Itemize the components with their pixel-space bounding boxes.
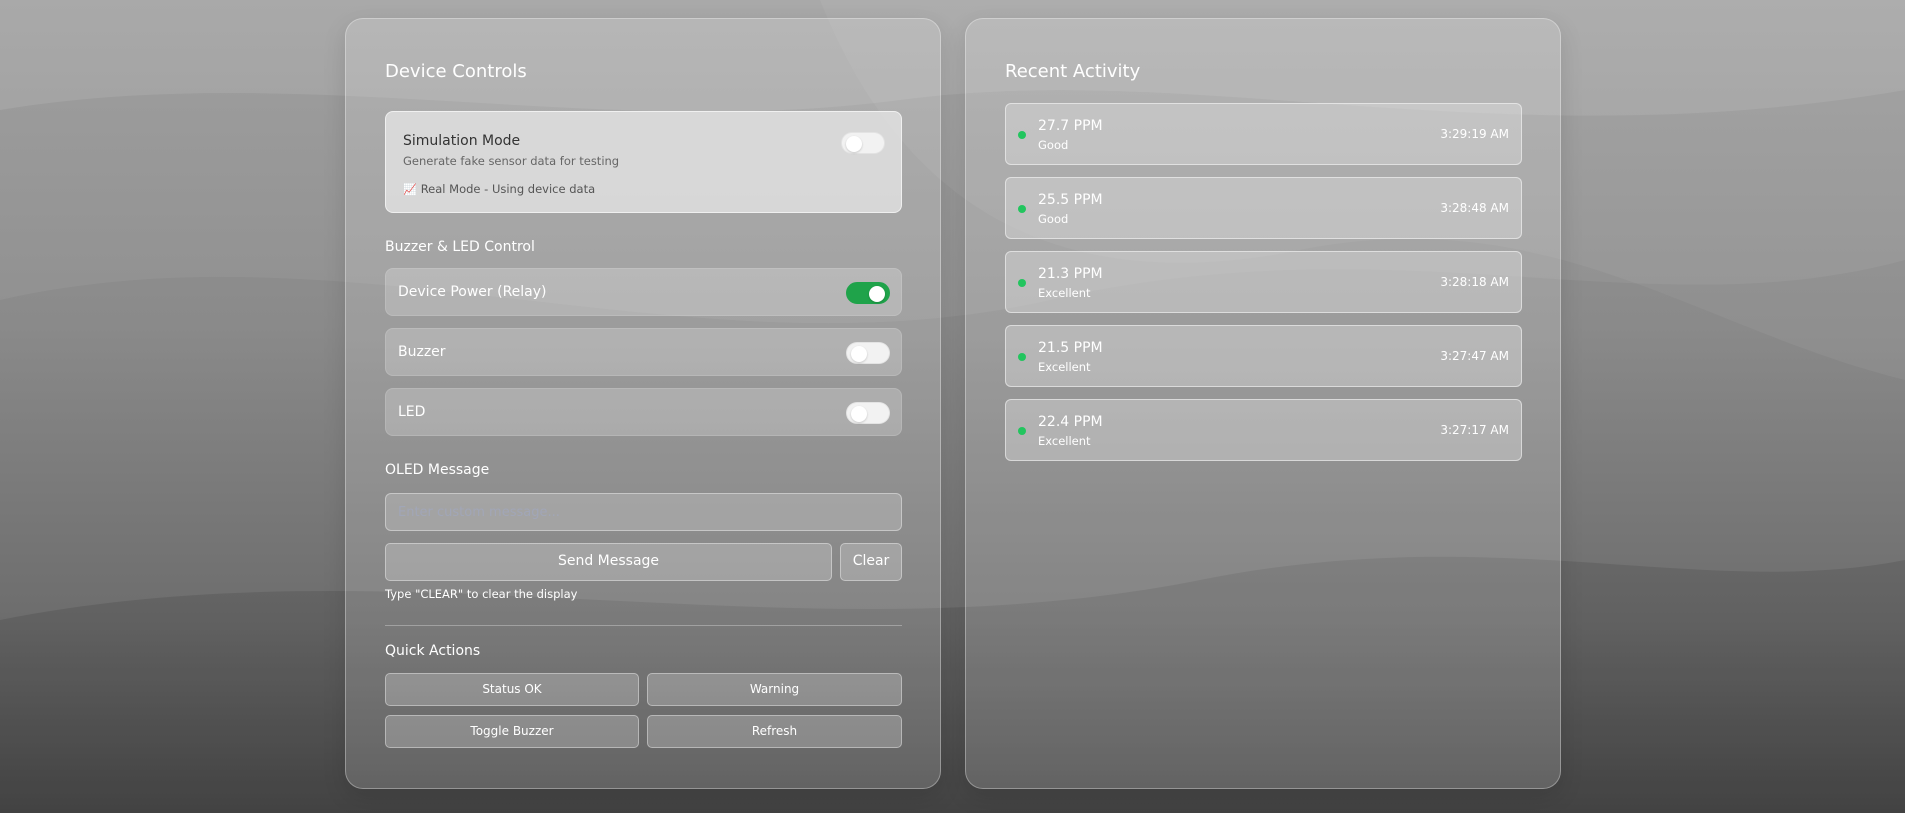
activity-ppm: 21.3 PPM	[1038, 266, 1103, 282]
activity-status: Excellent	[1038, 286, 1091, 300]
toggle-knob	[846, 136, 862, 152]
oled-message-section-label: OLED Message	[385, 462, 490, 478]
device-controls-title: Device Controls	[385, 61, 527, 82]
activity-item: 25.5 PPM Good 3:28:48 AM	[1005, 177, 1522, 239]
activity-status: Excellent	[1038, 360, 1091, 374]
simulation-mode-description: Generate fake sensor data for testing	[403, 154, 620, 168]
activity-time: 3:28:18 AM	[1440, 275, 1509, 289]
activity-item: 21.5 PPM Excellent 3:27:47 AM	[1005, 325, 1522, 387]
toggle-knob	[851, 346, 867, 362]
activity-status: Good	[1038, 138, 1069, 152]
device-power-toggle[interactable]	[846, 282, 890, 304]
activity-status: Excellent	[1038, 434, 1091, 448]
recent-activity-panel: Recent Activity 27.7 PPM Good 3:29:19 AM…	[965, 18, 1561, 789]
buzzer-led-section-label: Buzzer & LED Control	[385, 239, 535, 255]
activity-ppm: 25.5 PPM	[1038, 192, 1103, 208]
simulation-mode-title: Simulation Mode	[403, 133, 521, 149]
led-label: LED	[398, 404, 426, 420]
device-power-row: Device Power (Relay)	[385, 268, 902, 316]
status-dot	[1018, 427, 1026, 435]
activity-ppm: 22.4 PPM	[1038, 414, 1103, 430]
device-controls-panel: Device Controls Simulation Mode Generate…	[345, 18, 941, 789]
activity-status: Good	[1038, 212, 1069, 226]
activity-item: 27.7 PPM Good 3:29:19 AM	[1005, 103, 1522, 165]
background-waves	[0, 0, 1905, 813]
activity-time: 3:29:19 AM	[1440, 127, 1509, 141]
buzzer-toggle[interactable]	[846, 342, 890, 364]
refresh-button[interactable]: Refresh	[647, 715, 902, 748]
toggle-knob	[869, 286, 885, 302]
status-dot	[1018, 353, 1026, 361]
device-power-label: Device Power (Relay)	[398, 284, 547, 300]
quick-actions-section-label: Quick Actions	[385, 643, 481, 659]
toggle-buzzer-button[interactable]: Toggle Buzzer	[385, 715, 639, 748]
oled-hint-text: Type "CLEAR" to clear the display	[385, 587, 578, 601]
chart-icon: 📈	[403, 183, 417, 196]
simulation-mode-status: 📈 Real Mode - Using device data	[403, 182, 595, 196]
status-ok-button[interactable]: Status OK	[385, 673, 639, 706]
activity-time: 3:28:48 AM	[1440, 201, 1509, 215]
status-dot	[1018, 205, 1026, 213]
clear-button[interactable]: Clear	[840, 543, 902, 581]
led-toggle[interactable]	[846, 402, 890, 424]
recent-activity-title: Recent Activity	[1005, 61, 1141, 82]
oled-message-input[interactable]	[385, 493, 902, 531]
simulation-mode-toggle[interactable]	[841, 132, 885, 154]
activity-ppm: 27.7 PPM	[1038, 118, 1103, 134]
warning-button[interactable]: Warning	[647, 673, 902, 706]
send-message-button[interactable]: Send Message	[385, 543, 832, 581]
activity-item: 22.4 PPM Excellent 3:27:17 AM	[1005, 399, 1522, 461]
status-dot	[1018, 279, 1026, 287]
buzzer-row: Buzzer	[385, 328, 902, 376]
activity-ppm: 21.5 PPM	[1038, 340, 1103, 356]
section-divider	[385, 625, 902, 626]
toggle-knob	[851, 406, 867, 422]
buzzer-label: Buzzer	[398, 344, 446, 360]
activity-item: 21.3 PPM Excellent 3:28:18 AM	[1005, 251, 1522, 313]
activity-time: 3:27:47 AM	[1440, 349, 1509, 363]
status-dot	[1018, 131, 1026, 139]
led-row: LED	[385, 388, 902, 436]
activity-time: 3:27:17 AM	[1440, 423, 1509, 437]
simulation-mode-card: Simulation Mode Generate fake sensor dat…	[385, 111, 902, 213]
simulation-mode-status-text: Real Mode - Using device data	[420, 182, 596, 196]
